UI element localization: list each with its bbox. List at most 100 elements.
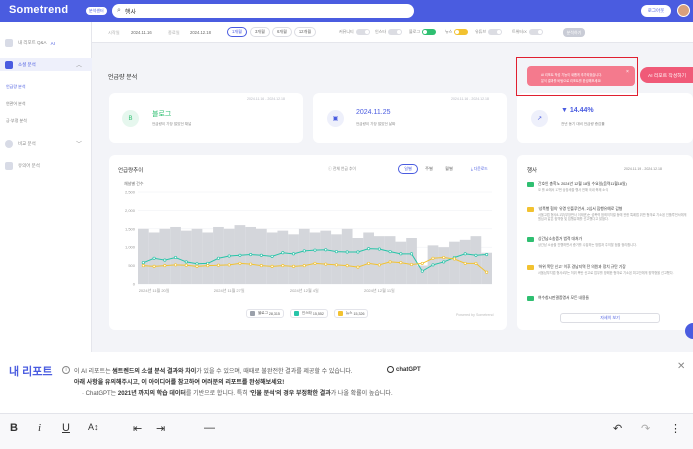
bar — [170, 226, 181, 284]
chart-period-weekly[interactable]: 주별 — [420, 164, 438, 174]
chart-legend: 블로그 28,315 인스타 15,552 뉴스 15,326 — [246, 309, 369, 318]
issue-title[interactable]: 여수창시판결증명서 모든 내용들 — [538, 296, 589, 301]
sidebar-sub-mention[interactable]: 언급량 분석 — [6, 84, 26, 90]
ai-report-button[interactable]: AI 리포트 작성하기 — [640, 67, 693, 83]
notice-bold: 썸트렌드의 소셜 분석 결과와 차이 — [112, 369, 197, 375]
chevron-down-icon[interactable]: ﹀ — [76, 139, 82, 148]
toggle-switch[interactable] — [454, 29, 469, 35]
notice-text: 를 기반으로 합니다. 특히 — [185, 391, 250, 397]
italic-button[interactable]: i — [38, 422, 41, 434]
underline-button[interactable]: U — [62, 422, 70, 434]
issue-title[interactable]: 간호인 총학노 2024년 12월 18일 수요일(음력11월18일) — [538, 182, 627, 187]
legend-insta[interactable]: 인스타 15,552 — [289, 309, 328, 318]
logo[interactable]: Sometrend — [9, 4, 68, 16]
toggle-twitter[interactable]: 트위터/X — [512, 29, 543, 35]
chart-toggle[interactable]: ⓘ 전체 언급 추이 — [328, 167, 356, 172]
toggle-news[interactable]: 뉴스 — [445, 29, 469, 35]
indent-button[interactable]: ⇥ — [156, 422, 165, 435]
series-point — [238, 253, 242, 257]
logout-button[interactable]: 로그아웃 — [641, 5, 671, 17]
sidebar-item-compare[interactable]: 비교 분석 — [5, 140, 36, 148]
start-date-label: 시작일 — [108, 30, 120, 35]
period-6m[interactable]: 6개월 — [272, 27, 292, 37]
end-date[interactable]: 2024.12.18 — [190, 30, 211, 35]
sidebar-item-social[interactable]: 소셜 분석 — [5, 61, 36, 69]
search-bar[interactable]: ⌕ — [112, 4, 414, 18]
notice-text: · ChatGPT는 — [82, 391, 118, 397]
chatgpt-badge: chatGPT — [387, 366, 421, 373]
x-tick-label: 2024년 12월 11일 — [364, 287, 395, 293]
sidebar-item-label: 유의어 분석 — [18, 163, 40, 168]
sidebar-sub-related[interactable]: 연관어 분석 — [6, 101, 26, 107]
toggle-switch[interactable] — [355, 29, 370, 35]
sidebar-item-report-qa[interactable]: 내 리포트 Q&A AI — [5, 39, 55, 47]
series-point — [302, 264, 306, 268]
issue-item[interactable]: 상간남소송증거 법적 대처가 상간남 소송을 진행하면서 증거를 수집하는 방법과… — [527, 237, 687, 259]
chart-period-monthly[interactable]: 월별 — [440, 164, 458, 174]
issue-item[interactable]: '성폭행 협의' 유명 인플루언서, 2심서 집행유예로 감형 서울고법 형사8-… — [527, 207, 687, 229]
series-point — [313, 261, 317, 265]
period-3m[interactable]: 3개월 — [250, 27, 270, 37]
info-icon[interactable]: i — [62, 366, 70, 374]
chart-period-daily[interactable]: 일별 — [398, 164, 418, 174]
toggle-blog[interactable]: 블로그 — [409, 29, 437, 35]
card-date: 2024.11.16 - 2024.12.18 — [451, 97, 489, 101]
sidebar-item-label: 소셜 분석 — [18, 62, 36, 67]
series-point — [270, 254, 274, 258]
sidebar-item-synonym[interactable]: 유의어 분석 — [5, 162, 40, 170]
bar — [438, 247, 450, 284]
bold-button[interactable]: B — [10, 422, 18, 434]
series-point — [163, 264, 167, 268]
toggle-switch[interactable] — [422, 29, 437, 35]
font-size-button[interactable]: A↕ — [88, 422, 99, 432]
series-point — [463, 252, 467, 256]
series-point — [152, 264, 156, 268]
x-tick-label: 2024년 12월 4일 — [290, 287, 319, 293]
floating-chat-button[interactable] — [685, 323, 693, 339]
toggle-label: 인스타 — [375, 29, 387, 34]
issue-title[interactable]: 상간남소송증거 법적 대처가 — [538, 237, 582, 242]
toggle-label: 커뮤니티 — [339, 29, 354, 34]
series-point — [259, 264, 263, 268]
undo-button[interactable]: ↶ — [613, 422, 622, 435]
toggle-youtube[interactable]: 유튜브 — [475, 29, 503, 35]
legend-total: 15,326 — [353, 311, 365, 316]
issue-panel-date[interactable]: 2024.11.19 - 2024.12.18 — [624, 167, 662, 171]
sidebar-sub-sentiment[interactable]: 긍·부정 분석 — [6, 118, 27, 124]
chevron-up-icon[interactable]: ︿ — [76, 60, 82, 69]
series-point — [377, 247, 381, 251]
calendar-icon: ▣ — [327, 110, 344, 127]
apply-button[interactable]: 분석하기 — [563, 28, 585, 37]
bar — [363, 232, 374, 284]
start-date[interactable]: 2024.11.16 — [131, 30, 152, 35]
blog-icon: B — [122, 110, 139, 127]
issue-item[interactable]: 간호인 총학노 2024년 12월 18일 수요일(음력11월18일) 오 롤 쇼… — [527, 182, 687, 204]
avatar[interactable] — [677, 4, 690, 17]
more-options-button[interactable]: ⋮ — [670, 422, 681, 435]
horizontal-rule-button[interactable]: — — [204, 422, 215, 434]
series-point — [452, 257, 457, 261]
issue-desc: 서울남부지법 형사4부는 허위 폭탄 신고로 업무를 방해한 혐의로 기소된 피… — [538, 271, 674, 275]
issue-title[interactable]: '허위 폭탄 신고' 이후 경남지역 전 의원과 정치 규탄 기장 — [538, 265, 626, 270]
issue-item[interactable]: '허위 폭탄 신고' 이후 경남지역 전 의원과 정치 규탄 기장 서울남부지법 … — [527, 265, 687, 287]
period-12m[interactable]: 12개월 — [294, 27, 316, 37]
period-1m[interactable]: 1개월 — [227, 27, 247, 37]
report-close-icon[interactable]: ✕ — [677, 361, 685, 372]
issue-title[interactable]: '성폭행 협의' 유명 인플루언서, 2심서 집행유예로 감형 — [538, 207, 622, 212]
toggle-insta[interactable]: 인스타 — [375, 29, 403, 35]
legend-blog[interactable]: 블로그 28,315 — [246, 309, 284, 318]
legend-news[interactable]: 뉴스 15,326 — [333, 309, 369, 318]
report-notice-2: 아래 사항을 유의해주시고, 이 아이디어를 참고하여 여러분의 리포트를 완성… — [74, 380, 285, 386]
bar — [406, 238, 417, 284]
chart-download[interactable]: ⤓ 다운로드 — [471, 167, 488, 172]
toggle-switch[interactable] — [388, 29, 403, 35]
card-sub-label: 언급량이 가장 많았던 날짜 — [356, 122, 396, 126]
series-point — [163, 258, 167, 262]
issue-more-button[interactable]: 자세히 보기 — [560, 313, 660, 323]
toggle-community[interactable]: 커뮤니티 — [339, 29, 370, 35]
toggle-switch[interactable] — [528, 29, 543, 35]
toggle-switch[interactable] — [488, 29, 503, 35]
search-input[interactable] — [124, 8, 385, 14]
redo-button[interactable]: ↷ — [641, 422, 650, 435]
outdent-button[interactable]: ⇤ — [133, 422, 142, 435]
